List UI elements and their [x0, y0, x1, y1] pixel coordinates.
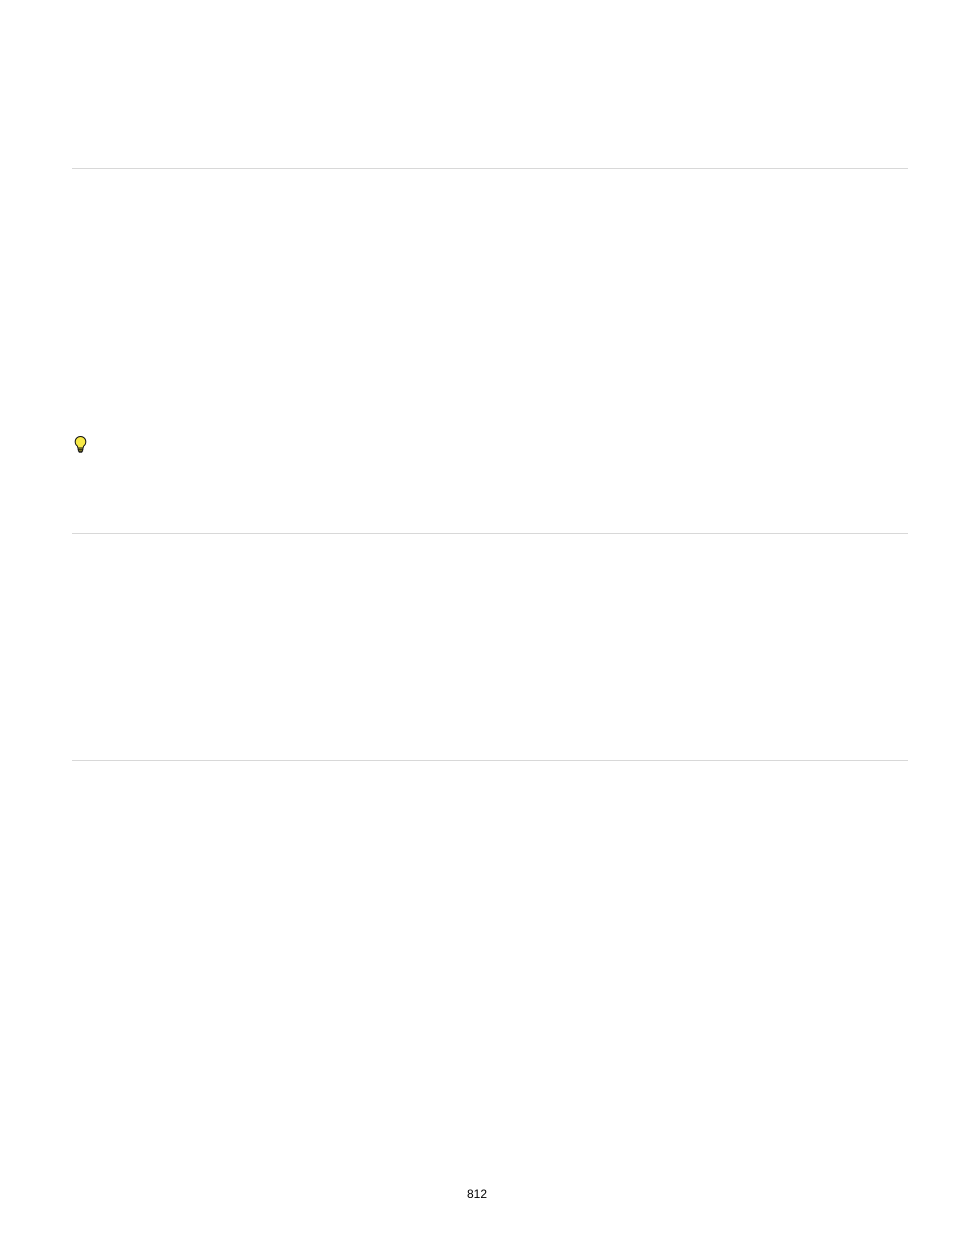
horizontal-rule: [72, 760, 908, 761]
horizontal-rule: [72, 168, 908, 169]
page-number: 812: [0, 1187, 954, 1201]
lightbulb-icon: [74, 436, 87, 453]
horizontal-rule: [72, 533, 908, 534]
